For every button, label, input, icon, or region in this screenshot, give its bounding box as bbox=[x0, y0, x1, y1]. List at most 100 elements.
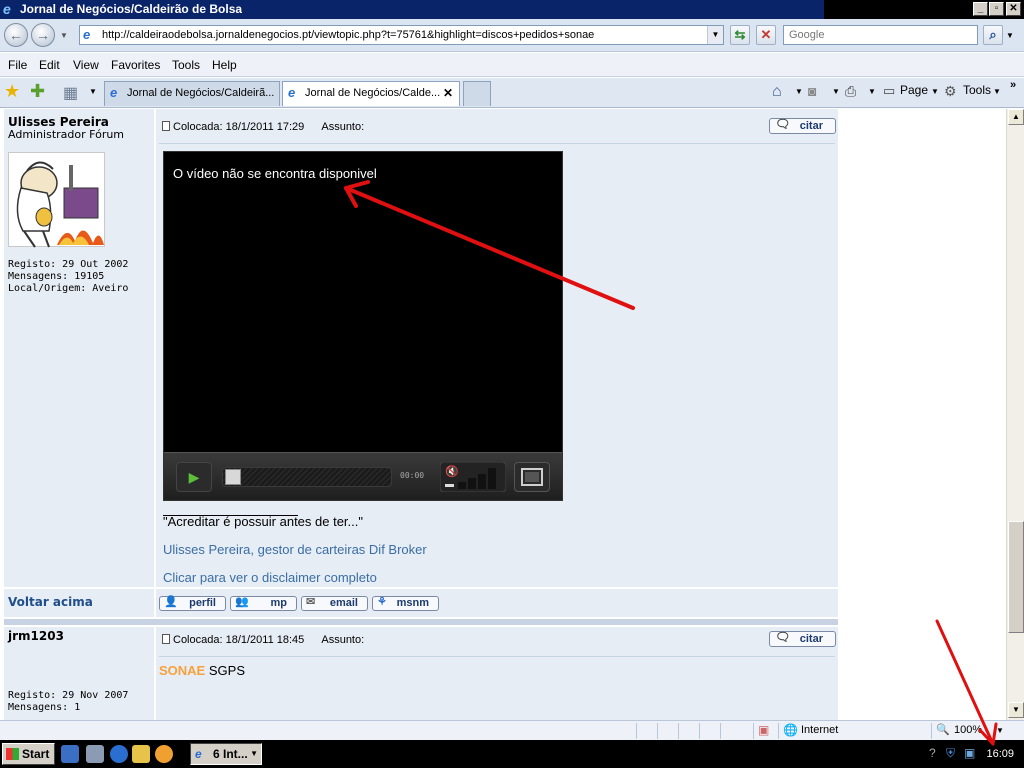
zone-pane[interactable]: 🌐 Internet bbox=[778, 723, 930, 739]
quick-tabs-icon[interactable]: ▦ bbox=[63, 83, 78, 103]
status-pane bbox=[657, 723, 677, 739]
ie-quicklaunch-icon[interactable] bbox=[61, 745, 79, 763]
pm-button[interactable]: 👥 mp bbox=[230, 596, 297, 611]
start-label: Start bbox=[22, 747, 50, 761]
tab-2-active[interactable]: e Jornal de Negócios/Calde... ✕ bbox=[282, 81, 460, 106]
start-button[interactable]: Start bbox=[2, 743, 55, 765]
fullscreen-button[interactable] bbox=[514, 462, 550, 492]
address-dropdown-icon[interactable]: ▼ bbox=[707, 26, 723, 44]
quote-label: citar bbox=[799, 120, 823, 132]
task-dropdown-icon[interactable]: ▼ bbox=[250, 744, 258, 764]
browser-quicklaunch-icon[interactable] bbox=[110, 745, 128, 763]
address-text[interactable]: http://caldeiraodebolsa.jornaldenegocios… bbox=[102, 29, 594, 41]
post-2-author[interactable]: jrm1203 bbox=[8, 629, 64, 643]
video-unavailable-message: O vídeo não se encontra disponivel bbox=[173, 166, 377, 181]
zoom-pane[interactable]: 🔍 100% ▼ bbox=[931, 723, 1011, 739]
system-tray: ? ⛨ ▣ 16:09 bbox=[926, 743, 1022, 765]
chevron-more-icon[interactable]: » bbox=[1010, 79, 1016, 91]
post-icon bbox=[162, 121, 170, 131]
post-1-rank: Administrador Fórum bbox=[8, 128, 125, 141]
taskbar-ie-group[interactable]: e 6 Int... ▼ bbox=[190, 743, 262, 765]
menu-help[interactable]: Help bbox=[212, 58, 237, 72]
tools-menu[interactable]: Tools bbox=[963, 83, 991, 97]
email-label: email bbox=[329, 597, 358, 609]
close-button[interactable]: ✕ bbox=[1006, 2, 1021, 16]
scroll-thumb[interactable] bbox=[1008, 521, 1024, 633]
home-icon[interactable]: ⌂ bbox=[772, 83, 782, 101]
profile-button[interactable]: 👤 perfil bbox=[159, 596, 226, 611]
favorites-star-icon[interactable]: ★ bbox=[4, 81, 20, 102]
seek-track[interactable] bbox=[222, 467, 392, 487]
play-button[interactable]: ▶ bbox=[176, 462, 212, 492]
document-quicklaunch-icon[interactable] bbox=[86, 745, 104, 763]
add-favorite-icon[interactable]: ✚ bbox=[30, 81, 45, 102]
new-tab-button[interactable] bbox=[463, 81, 491, 106]
menu-edit[interactable]: Edit bbox=[39, 58, 60, 72]
video-player[interactable]: O vídeo não se encontra disponivel ▶ 00:… bbox=[163, 151, 563, 501]
help-tray-icon[interactable]: ? bbox=[929, 746, 936, 760]
search-go-icon[interactable]: ⌕ bbox=[983, 25, 1003, 45]
tab-1[interactable]: e Jornal de Negócios/Caldeirã... bbox=[104, 81, 280, 106]
post-1-date: Colocada: 18/1/2011 17:29 bbox=[173, 121, 305, 133]
pm-label: mp bbox=[270, 597, 288, 609]
post-2-date: Colocada: 18/1/2011 18:45 bbox=[173, 634, 305, 646]
post-icon bbox=[162, 634, 170, 644]
menu-tools[interactable]: Tools bbox=[172, 58, 200, 72]
forum-table: Ulisses Pereira Administrador Fórum Regi… bbox=[4, 109, 838, 720]
msnm-button[interactable]: ⚘ msnm bbox=[372, 596, 439, 611]
menu-favorites[interactable]: Favorites bbox=[111, 58, 160, 72]
home-dropdown-icon[interactable]: ▼ bbox=[795, 87, 803, 96]
video-controls: ▶ 00:00 🔇 bbox=[164, 452, 562, 500]
page-menu[interactable]: Page bbox=[900, 83, 928, 97]
menu-file[interactable]: File bbox=[8, 58, 27, 72]
page-dropdown-icon[interactable]: ▼ bbox=[931, 87, 939, 96]
network-icon[interactable]: ▣ bbox=[964, 746, 975, 760]
quote-button[interactable]: 🗨 citar bbox=[769, 117, 836, 134]
quote-label: citar bbox=[799, 633, 823, 645]
clock[interactable]: 16:09 bbox=[986, 748, 1014, 760]
quote-button[interactable]: 🗨 citar bbox=[769, 630, 836, 647]
folder-quicklaunch-icon[interactable] bbox=[132, 745, 150, 763]
zoom-dropdown-icon[interactable]: ▼ bbox=[996, 726, 1004, 735]
address-bar[interactable]: e http://caldeiraodebolsa.jornaldenegoci… bbox=[79, 25, 724, 45]
tab-ie-icon: e bbox=[288, 85, 296, 100]
maximize-button[interactable]: ▫ bbox=[989, 2, 1004, 16]
print-icon[interactable]: ⎙ bbox=[845, 83, 856, 100]
status-pane bbox=[720, 723, 752, 739]
tools-dropdown-icon[interactable]: ▼ bbox=[993, 87, 1001, 96]
feeds-icon[interactable]: ◙ bbox=[808, 83, 816, 99]
tab-close-icon[interactable]: ✕ bbox=[443, 82, 453, 105]
refresh-icon[interactable]: ⇆ bbox=[730, 25, 750, 45]
shield-icon[interactable]: ⛨ bbox=[946, 746, 955, 761]
stop-icon[interactable]: ✕ bbox=[756, 25, 776, 45]
zone-label: Internet bbox=[801, 724, 839, 736]
post-1-author-meta: Registo: 29 Out 2002 Mensagens: 19105 Lo… bbox=[8, 259, 129, 294]
print-dropdown-icon[interactable]: ▼ bbox=[868, 87, 876, 96]
tab-list-dropdown-icon[interactable]: ▼ bbox=[89, 87, 97, 96]
menu-view[interactable]: View bbox=[73, 58, 99, 72]
status-pane bbox=[699, 723, 719, 739]
back-to-top-link[interactable]: Voltar acima bbox=[8, 595, 93, 609]
scroll-up-icon[interactable]: ▲ bbox=[1008, 109, 1024, 125]
messenger-quicklaunch-icon[interactable] bbox=[155, 745, 173, 763]
forward-button[interactable]: → bbox=[31, 23, 55, 47]
history-dropdown-icon[interactable]: ▼ bbox=[60, 31, 68, 40]
title-bar: e Jornal de Negócios/Caldeirão de Bolsa … bbox=[0, 0, 1024, 19]
volume-control[interactable]: 🔇 bbox=[439, 461, 507, 493]
scroll-down-icon[interactable]: ▼ bbox=[1008, 702, 1024, 718]
vertical-scrollbar[interactable]: ▲ ▼ bbox=[1006, 109, 1024, 720]
post-1-author[interactable]: Ulisses Pereira bbox=[8, 115, 109, 129]
minimize-button[interactable]: _ bbox=[973, 2, 988, 16]
signature-quote: "Acreditar é possuir antes de ter..." bbox=[163, 514, 363, 529]
seek-handle[interactable] bbox=[225, 469, 241, 485]
feeds-dropdown-icon[interactable]: ▼ bbox=[832, 87, 840, 96]
envelope-icon: ✉ bbox=[306, 596, 316, 608]
email-button[interactable]: ✉ email bbox=[301, 596, 368, 611]
signature-link[interactable]: Ulisses Pereira, gestor de carteiras Dif… bbox=[163, 542, 427, 557]
disclaimer-link[interactable]: Clicar para ver o disclaimer completo bbox=[163, 570, 377, 585]
search-input[interactable]: Google bbox=[783, 25, 978, 45]
back-button[interactable]: ← bbox=[4, 23, 28, 47]
search-options-icon[interactable]: ▼ bbox=[1006, 31, 1014, 40]
post-2-subject-label: Assunto: bbox=[321, 634, 365, 646]
profile-label: perfil bbox=[189, 597, 216, 609]
